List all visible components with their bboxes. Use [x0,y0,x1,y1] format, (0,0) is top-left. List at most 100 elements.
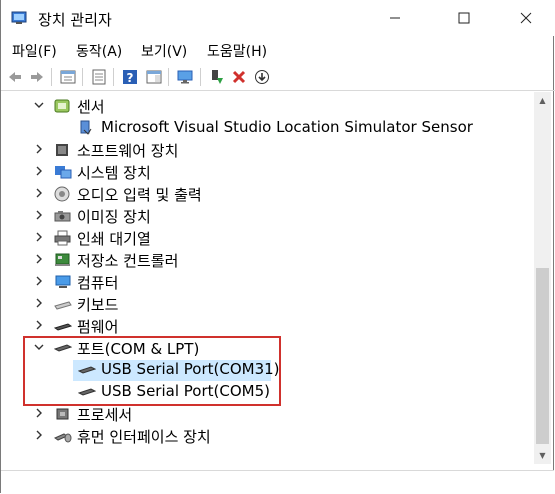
scroll-up-arrow-icon[interactable]: ▲ [534,92,551,109]
chevron-right-icon[interactable] [33,187,45,199]
properties-button[interactable] [58,67,78,87]
chevron-right-icon[interactable] [33,275,45,287]
hid-icon [54,433,72,443]
tree-item-label: 소프트웨어 장치 [77,142,179,160]
tree-item-label: 저장소 컨트롤러 [77,252,179,270]
chevron-right-icon[interactable] [33,253,45,265]
maximize-button[interactable] [441,0,487,36]
forward-button[interactable] [27,67,47,87]
tree-item-system-devices[interactable]: 시스템 장치 [3,161,533,183]
tree-item-label: 이미징 장치 [77,208,151,226]
tree-item-label: 펌웨어 [77,318,119,336]
scrollbar-thumb[interactable] [536,268,549,444]
vertical-scrollbar[interactable]: ▲ ▼ [534,92,551,464]
chevron-down-icon[interactable] [33,99,45,111]
storage-controller-icon [55,253,70,266]
chevron-right-icon[interactable] [33,165,45,177]
console-tree-icon [92,69,106,85]
tree-item-label: 인쇄 대기열 [77,230,151,248]
chevron-right-icon[interactable] [33,297,45,309]
speaker-icon [54,186,70,202]
sensor-device-icon [80,120,92,135]
window-title: 장치 관리자 [38,11,112,29]
tree-item-print-queues[interactable]: 인쇄 대기열 [3,227,533,249]
chevron-right-icon[interactable] [33,407,45,419]
toolbar-separator [168,68,169,86]
tree-item-firmware[interactable]: 펌웨어 [3,315,533,337]
back-button[interactable] [5,67,25,87]
scan-hardware-button[interactable] [175,67,195,87]
menu-file[interactable]: 파일(F) [12,41,57,61]
uninstall-device-button[interactable] [229,67,249,87]
toolbar-separator [51,68,52,86]
update-driver-icon [212,70,223,84]
maximize-icon [458,12,470,24]
chevron-right-icon[interactable] [33,429,45,441]
tree-item-label: 센서 [77,98,105,116]
help-button[interactable]: ? [120,67,140,87]
disable-device-button[interactable] [252,67,272,87]
chevron-right-icon[interactable] [33,143,45,155]
firmware-chip-icon [54,323,72,331]
tree-item-label: 프로세서 [77,406,133,424]
tree-item-human-interface-devices[interactable]: 휴먼 인터페이스 장치 [3,425,533,447]
tree-item-software-devices[interactable]: 소프트웨어 장치 [3,139,533,161]
tree-item-storage-controllers[interactable]: 저장소 컨트롤러 [3,249,533,271]
update-driver-button[interactable] [206,67,226,87]
back-arrow-icon [9,72,21,82]
minimize-icon [390,17,400,19]
chevron-right-icon[interactable] [33,231,45,243]
forward-arrow-icon [31,72,43,82]
disable-icon [255,70,269,84]
chevron-right-icon[interactable] [33,319,45,331]
tree-item-label: 컴퓨터 [77,274,119,292]
tree-item-imaging-devices[interactable]: 이미징 장치 [3,205,533,227]
menu-action[interactable]: 동작(A) [76,41,122,61]
svg-text:?: ? [127,71,134,85]
tree-item-computer[interactable]: 컴퓨터 [3,271,533,293]
status-bar [1,470,554,494]
action-pane-icon [146,70,162,84]
menu-help[interactable]: 도움말(H) [207,41,267,61]
tree-item-label: Microsoft Visual Studio Location Simulat… [101,118,473,136]
minimize-button[interactable] [372,0,418,36]
scroll-down-arrow-icon[interactable]: ▼ [534,447,551,464]
toolbar-separator [82,68,83,86]
toolbar-divider [1,90,555,91]
menu-view[interactable]: 보기(V) [141,41,187,61]
monitor-icon [177,70,193,84]
annotation-highlight-box [23,336,281,406]
tree-item-keyboards[interactable]: 키보드 [3,293,533,315]
camera-icon [54,211,71,222]
help-icon: ? [123,70,137,85]
tree-item-location-simulator-sensor[interactable]: Microsoft Visual Studio Location Simulat… [3,117,533,139]
chevron-right-icon[interactable] [33,209,45,221]
toolbar-separator [200,68,201,86]
close-button[interactable] [503,0,549,36]
tree-item-sensors[interactable]: 센서 [3,95,533,117]
uninstall-icon [232,70,246,84]
tree-item-label: 키보드 [77,296,119,314]
tree-item-processors[interactable]: 프로세서 [3,403,533,425]
close-icon [520,12,532,24]
console-tree-button[interactable] [89,67,109,87]
computer-icon [55,275,71,288]
keyboard-icon [54,301,72,310]
toolbar: ? [1,65,555,89]
action-pane-button[interactable] [144,67,164,87]
device-tree: 센서 Microsoft Visual Studio Location Simu… [3,92,533,464]
title-bar: 장치 관리자 [1,0,555,36]
tree-item-label: 휴먼 인터페이스 장치 [77,428,211,446]
toolbar-separator [113,68,114,86]
processor-icon [56,408,69,420]
printer-icon [54,230,71,246]
sensor-icon [54,99,70,113]
tree-item-label: 오디오 입력 및 출력 [77,186,202,204]
software-device-icon [56,144,68,156]
tree-item-label: 시스템 장치 [77,164,151,182]
tree-item-audio-io[interactable]: 오디오 입력 및 출력 [3,183,533,205]
device-manager-window: 장치 관리자 파일(F) 동작(A) 보기(V) 도움말(H) ? 센서 Mic… [0,0,555,494]
properties-icon [60,70,76,84]
menu-bar: 파일(F) 동작(A) 보기(V) 도움말(H) [1,38,555,64]
system-device-icon [55,166,72,179]
